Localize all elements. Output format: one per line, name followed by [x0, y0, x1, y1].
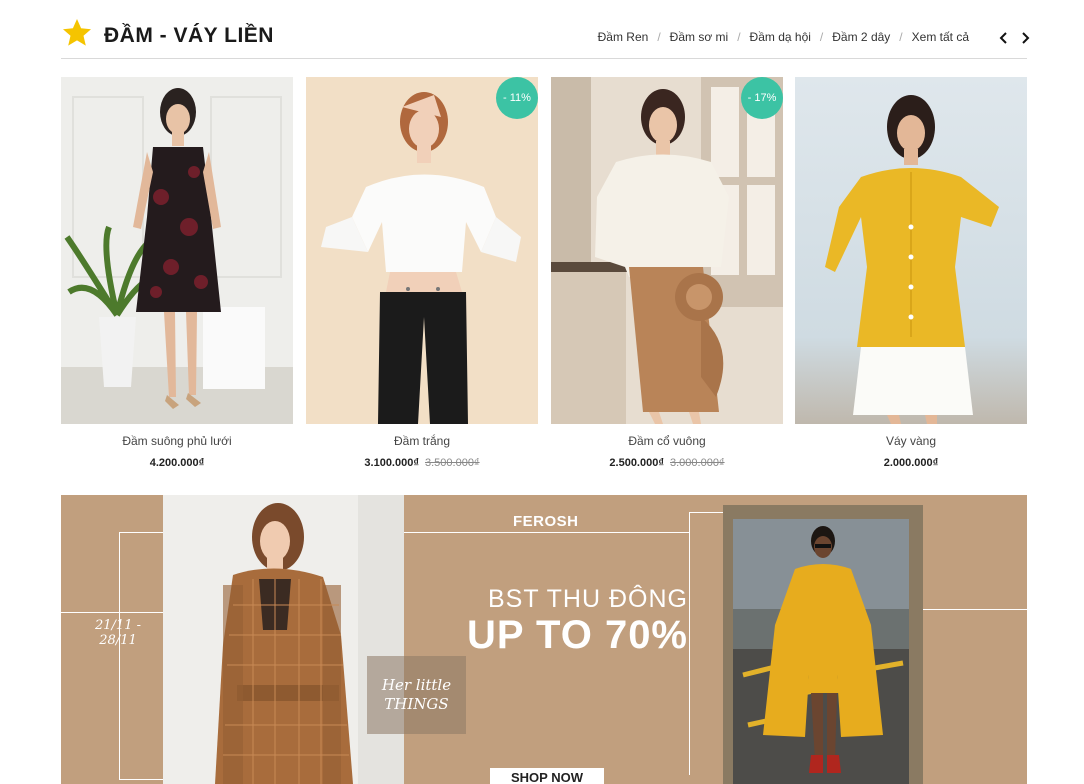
- tagline: Her little THINGS: [367, 676, 466, 714]
- product-name[interactable]: Váy vàng: [795, 434, 1027, 448]
- product-prices: 3.100.000₫ 3.500.000₫: [306, 457, 538, 469]
- product-name[interactable]: Đầm trắng: [306, 434, 538, 448]
- brand-name: FEROSH: [513, 513, 579, 530]
- frame-line: [689, 512, 690, 775]
- breadcrumb-separator: /: [737, 30, 741, 44]
- category-link-dam-2-day[interactable]: Đầm 2 dây: [832, 30, 890, 44]
- promo-dates: 21/11 - 28/11: [95, 618, 141, 648]
- breadcrumb-separator: /: [899, 30, 903, 44]
- frame-line: [61, 612, 164, 613]
- chevron-right-icon[interactable]: [1018, 30, 1032, 46]
- product-card[interactable]: - 11% Đầm trắng 3.100.000₫ 3.500.000₫: [306, 77, 538, 477]
- product-price: 4.200.000₫: [149, 457, 205, 469]
- discount-badge: - 17%: [741, 77, 783, 119]
- product-name[interactable]: Đầm suông phủ lưới: [61, 434, 293, 448]
- frame-line: [403, 532, 689, 533]
- tagline-line-1: Her little: [381, 676, 452, 694]
- breadcrumb-separator: /: [819, 30, 824, 44]
- star-icon: [63, 19, 91, 46]
- promo-banner[interactable]: 21/11 - 28/11 FEROSH BST THU ĐÔNG UP TO …: [61, 495, 1027, 784]
- category-link-dam-ren[interactable]: Đầm Ren: [598, 30, 649, 44]
- collection-subtitle: BST THU ĐÔNG: [488, 585, 688, 613]
- frame-line: [119, 532, 164, 533]
- product-price: 2.000.000₫: [883, 457, 939, 469]
- product-card[interactable]: - 17% Đầm cổ vuông 2.500.000₫ 3.000.000₫: [551, 77, 783, 477]
- section-header: ĐẦM - VÁY LIỀN Đầm Ren / Đầm sơ mi / Đầm…: [61, 14, 1030, 59]
- category-links: Đầm Ren / Đầm sơ mi / Đầm dạ hội / Đầm 2…: [598, 30, 969, 44]
- view-all-link[interactable]: Xem tất cả: [912, 30, 969, 44]
- product-card[interactable]: Váy vàng 2.000.000₫: [795, 77, 1027, 477]
- product-name[interactable]: Đầm cổ vuông: [551, 434, 783, 448]
- promo-date-start: 21/11 -: [95, 618, 141, 633]
- product-card[interactable]: Đầm suông phủ lưới 4.200.000₫: [61, 77, 293, 477]
- product-image[interactable]: - 17%: [551, 77, 783, 424]
- product-old-price: 3.000.000₫: [670, 457, 725, 469]
- chevron-left-icon[interactable]: [997, 30, 1011, 46]
- breadcrumb-separator: /: [657, 30, 661, 44]
- category-link-dam-da-hoi[interactable]: Đầm dạ hội: [750, 30, 811, 44]
- product-price: 3.100.000₫: [364, 457, 419, 469]
- product-old-price: 3.500.000₫: [425, 457, 480, 469]
- tagline-box: Her little THINGS: [367, 656, 466, 734]
- product-prices: 2.000.000₫: [795, 457, 1027, 469]
- product-image[interactable]: [795, 77, 1027, 424]
- discount-badge: - 11%: [496, 77, 538, 119]
- shop-now-button[interactable]: SHOP NOW: [490, 768, 604, 784]
- promo-headline: UP TO 70%: [467, 613, 688, 657]
- promo-date-end: 28/11: [99, 633, 137, 648]
- product-image[interactable]: [61, 77, 293, 424]
- product-prices: 4.200.000₫: [61, 457, 293, 469]
- product-image[interactable]: - 11%: [306, 77, 538, 424]
- section-title: ĐẦM - VÁY LIỀN: [104, 24, 274, 47]
- product-price: 2.500.000₫: [609, 457, 664, 469]
- banner-model-image-right: [723, 505, 923, 784]
- product-grid: Đầm suông phủ lưới 4.200.000₫ - 11% Đầm …: [61, 77, 1027, 477]
- frame-line: [119, 532, 120, 779]
- frame-line: [119, 779, 164, 780]
- product-prices: 2.500.000₫ 3.000.000₫: [551, 457, 783, 469]
- banner-model-image-left: [163, 495, 404, 784]
- tagline-line-2: THINGS: [384, 695, 449, 713]
- category-link-dam-so-mi[interactable]: Đầm sơ mi: [670, 30, 729, 44]
